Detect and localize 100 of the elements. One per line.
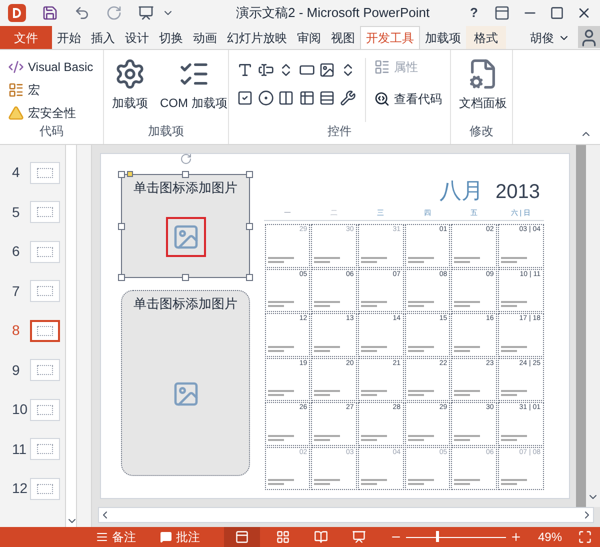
notes-button[interactable]: 备注	[88, 528, 144, 546]
view-code-button[interactable]: 查看代码	[374, 90, 442, 108]
text-lines-icon	[500, 434, 527, 442]
slide-number: 5	[12, 202, 21, 222]
text-box-icon[interactable]	[258, 62, 274, 78]
notes-icon	[96, 531, 108, 543]
ribbon-tab[interactable]: 动画	[188, 26, 222, 49]
rotate-handle-icon[interactable]	[180, 153, 192, 165]
resize-handle[interactable]	[118, 223, 125, 230]
normal-view-button[interactable]	[224, 527, 260, 547]
gears-icon	[114, 58, 146, 90]
ribbon-tab[interactable]: 设计	[120, 26, 154, 49]
resize-handle[interactable]	[246, 274, 253, 281]
text-lines-icon	[314, 390, 340, 397]
slideshow-view-icon[interactable]	[352, 530, 366, 544]
ribbon-button[interactable]: Visual Basic	[8, 58, 94, 76]
window-title: 演示文稿2 - Microsoft PowerPoint	[236, 4, 430, 22]
normal-view-icon	[234, 530, 249, 544]
calendar-month: 八月	[440, 177, 484, 205]
vertical-scrollbar[interactable]	[65, 145, 77, 527]
resize-handle[interactable]	[246, 171, 253, 178]
zoom-in-icon[interactable]	[510, 531, 522, 543]
comment-icon	[160, 531, 172, 543]
text-lines-icon	[360, 434, 387, 442]
text-lines-icon	[500, 346, 527, 352]
ribbon-button[interactable]: COM 加载项	[160, 58, 228, 122]
calendar-year: 2013	[496, 180, 540, 205]
ribbon-tab[interactable]: 幻灯片放映	[222, 26, 292, 49]
slide-number: 9	[12, 360, 21, 380]
resize-handle[interactable]	[118, 274, 125, 281]
ribbon-button[interactable]: 宏	[8, 81, 94, 99]
group-label: 加载项	[147, 123, 185, 140]
image-control-icon[interactable]	[319, 62, 335, 78]
group-label: 修改	[468, 123, 494, 140]
slide-number: 4	[12, 163, 21, 182]
ribbon-tab[interactable]: 加载项	[420, 26, 466, 49]
text-lines-icon	[360, 479, 387, 486]
help-button[interactable]: ?	[466, 3, 482, 23]
text-lines-icon	[408, 434, 434, 442]
text-lines-icon	[268, 434, 294, 442]
zoom-slider-thumb[interactable]	[436, 531, 439, 542]
ribbon-tab[interactable]: 视图	[326, 26, 360, 49]
ribbon-tab[interactable]: 格式	[466, 26, 506, 49]
picture-placeholder[interactable]: 单击图标添加图片	[121, 290, 250, 476]
ribbon-button[interactable]: 加载项	[112, 58, 148, 122]
text-lines-icon	[314, 434, 340, 442]
undo-icon[interactable]	[74, 5, 90, 21]
text-lines-icon	[500, 390, 527, 397]
text-lines-icon	[454, 256, 480, 264]
toggle-button-icon[interactable]	[319, 90, 335, 106]
adjustment-handle[interactable]	[127, 171, 133, 177]
option-button-icon[interactable]	[258, 90, 274, 106]
horizontal-scrollbar[interactable]	[98, 507, 594, 523]
code-icon	[8, 59, 24, 75]
text-lines-icon	[268, 256, 294, 264]
zoom-percent[interactable]: 49%	[538, 528, 562, 546]
slide-sorter-icon[interactable]	[276, 530, 290, 544]
ribbon-button[interactable]: 文档面板	[459, 58, 507, 122]
label-control-icon[interactable]	[237, 62, 253, 78]
right-scrollbar[interactable]	[586, 145, 600, 507]
resize-handle[interactable]	[182, 171, 189, 178]
resize-handle[interactable]	[246, 223, 253, 230]
combo-box-icon[interactable]	[298, 90, 314, 106]
save-icon[interactable]	[42, 5, 58, 21]
insert-picture-icon[interactable]	[166, 217, 206, 258]
maximize-icon[interactable]	[550, 6, 564, 20]
ribbon-display-icon[interactable]	[494, 5, 510, 21]
resize-handle[interactable]	[118, 171, 125, 178]
text-lines-icon	[268, 390, 294, 397]
text-lines-icon	[314, 256, 340, 264]
comments-button[interactable]: 批注	[152, 528, 208, 546]
ribbon-tab[interactable]: 切换	[154, 26, 188, 49]
text-lines-icon	[314, 301, 340, 308]
fit-to-window-icon[interactable]	[578, 530, 592, 544]
text-lines-icon	[360, 346, 387, 352]
user-menu[interactable]: 胡俊	[526, 26, 574, 49]
ribbon-button[interactable]: 宏安全性	[8, 104, 94, 122]
slide-number: 10	[12, 400, 29, 420]
warning-icon	[8, 105, 24, 121]
ribbon-tab[interactable]: 开始	[52, 26, 86, 49]
ribbon-tab[interactable]: 开发工具	[360, 26, 420, 49]
more-controls-icon[interactable]	[340, 90, 356, 106]
ribbon-tab[interactable]: 文件	[0, 26, 52, 49]
zoom-slider-track[interactable]	[406, 531, 506, 543]
list-box-icon[interactable]	[278, 90, 294, 106]
slide-number: 6	[12, 242, 21, 262]
properties-icon	[374, 59, 390, 75]
slide-thumbnail[interactable]	[30, 320, 60, 342]
slide-number: 8	[12, 321, 21, 340]
check-box-icon[interactable]	[237, 90, 253, 106]
text-lines-icon	[408, 346, 434, 352]
placeholder-label: 单击图标添加图片	[134, 295, 238, 313]
reading-view-icon[interactable]	[314, 530, 328, 544]
resize-handle[interactable]	[182, 274, 189, 281]
text-lines-icon	[500, 301, 527, 308]
text-lines-icon	[360, 256, 387, 264]
ribbon-tab[interactable]: 插入	[86, 26, 120, 49]
slideshow-icon[interactable]	[138, 5, 154, 21]
ribbon-tab[interactable]: 审阅	[292, 26, 326, 49]
app-logo-icon	[8, 4, 26, 22]
